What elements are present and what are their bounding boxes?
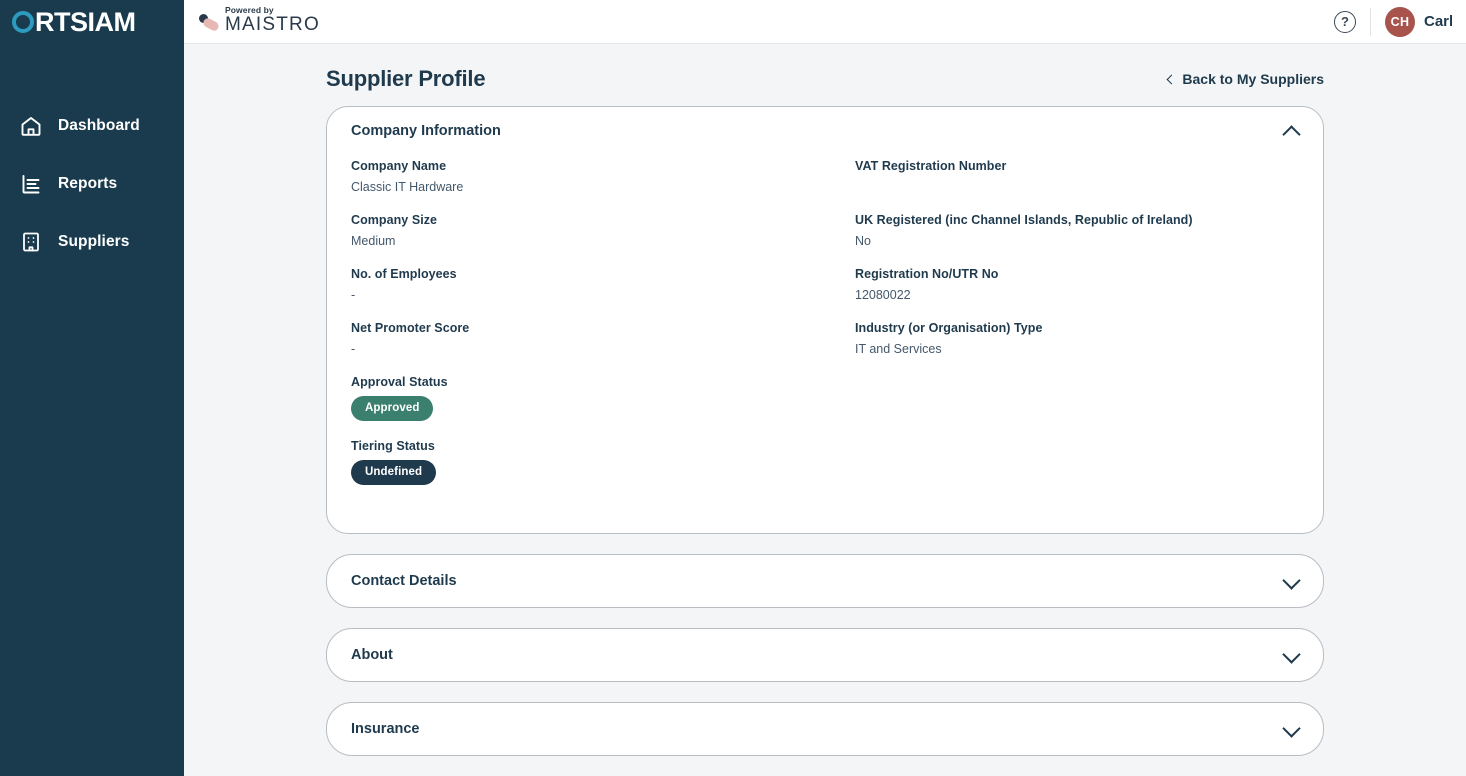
field-value <box>855 180 1279 195</box>
app-root: RTSIAM Dashboard Reports Suppliers Power… <box>0 0 1466 776</box>
back-to-my-suppliers-link[interactable]: Back to My Suppliers <box>1166 71 1324 87</box>
field-value: - <box>351 342 356 356</box>
back-link-label: Back to My Suppliers <box>1182 71 1324 87</box>
field-label: VAT Registration Number <box>855 159 1007 173</box>
powered-by-label: Powered by <box>225 4 274 15</box>
field-value: Medium <box>351 234 396 248</box>
chevron-left-icon <box>1166 74 1177 84</box>
sidebar-item-reports[interactable]: Reports <box>0 164 184 204</box>
field-label: Registration No/UTR No <box>855 267 999 281</box>
logo-text: RTSIAM <box>35 6 136 37</box>
section-title: Insurance <box>351 721 420 737</box>
field-label: Company Name <box>351 159 447 173</box>
section-insurance: Insurance <box>326 702 1324 756</box>
section-list: Company Information Company Name Classic… <box>326 106 1324 776</box>
page-content: Supplier Profile Back to My Suppliers Co… <box>184 44 1466 776</box>
sidebar-item-label: Dashboard <box>58 117 140 134</box>
sidebar-item-label: Suppliers <box>58 233 130 250</box>
report-list-icon <box>18 171 44 197</box>
company-info-left-column: Company Name Classic IT Hardware Company… <box>351 159 825 503</box>
field-net-promoter-score: Net Promoter Score - <box>351 321 805 357</box>
chevron-up-icon[interactable] <box>1284 124 1299 139</box>
maistro-logo-icon <box>198 12 222 38</box>
user-name-label: Carl <box>1424 13 1452 30</box>
section-title: Company Information <box>351 123 501 139</box>
topbar-divider <box>1370 7 1371 36</box>
status-badge-tiering: Undefined <box>351 460 437 485</box>
company-info-right-column: VAT Registration Number UK Registered (i… <box>825 159 1299 503</box>
field-approval-status: Approval Status Approved <box>351 375 805 421</box>
section-header-company-information[interactable]: Company Information <box>327 107 1323 153</box>
section-body-company-information: Company Name Classic IT Hardware Company… <box>327 153 1323 533</box>
sidebar-item-label: Reports <box>58 175 118 192</box>
field-value: - <box>351 288 356 302</box>
help-icon[interactable]: ? <box>1334 10 1356 33</box>
section-header-insurance[interactable]: Insurance <box>327 703 1323 755</box>
section-contact-details: Contact Details <box>326 554 1324 608</box>
home-icon <box>18 113 44 139</box>
section-title: About <box>351 647 393 663</box>
field-company-name: Company Name Classic IT Hardware <box>351 159 805 195</box>
app-logo[interactable]: RTSIAM <box>0 0 184 44</box>
field-label: Tiering Status <box>351 439 435 453</box>
maistro-wordmark: MAISTRO <box>225 14 320 35</box>
field-vat-registration-number: VAT Registration Number <box>855 159 1279 195</box>
sidebar: RTSIAM Dashboard Reports Suppliers <box>0 0 184 776</box>
page-header: Supplier Profile Back to My Suppliers <box>326 44 1324 106</box>
chevron-down-icon[interactable] <box>1284 722 1299 737</box>
field-value: IT and Services <box>855 342 942 356</box>
field-tiering-status: Tiering Status Undefined <box>351 439 805 485</box>
section-title: Contact Details <box>351 573 457 589</box>
field-label: UK Registered (inc Channel Islands, Repu… <box>855 213 1193 227</box>
field-no-of-employees: No. of Employees - <box>351 267 805 303</box>
field-label: Industry (or Organisation) Type <box>855 321 1043 335</box>
section-header-contact-details[interactable]: Contact Details <box>327 555 1323 607</box>
main-area: Powered by MAISTRO ? CH Carl Supplier Pr… <box>184 0 1466 776</box>
sidebar-nav: Dashboard Reports Suppliers <box>0 106 184 280</box>
field-label: Company Size <box>351 213 438 227</box>
field-value: No <box>855 234 871 248</box>
section-company-information: Company Information Company Name Classic… <box>326 106 1324 534</box>
page-title: Supplier Profile <box>326 66 486 91</box>
field-uk-registered: UK Registered (inc Channel Islands, Repu… <box>855 213 1279 249</box>
field-label: Net Promoter Score <box>351 321 470 335</box>
field-registration-no-utr-no: Registration No/UTR No 12080022 <box>855 267 1279 303</box>
field-label: No. of Employees <box>351 267 457 281</box>
field-label: Approval Status <box>351 375 448 389</box>
section-header-about[interactable]: About <box>327 629 1323 681</box>
field-value: 12080022 <box>855 288 911 302</box>
status-badge-approval: Approved <box>351 396 434 421</box>
top-bar: Powered by MAISTRO ? CH Carl <box>184 0 1466 44</box>
sidebar-item-dashboard[interactable]: Dashboard <box>0 106 184 146</box>
sidebar-item-suppliers[interactable]: Suppliers <box>0 222 184 262</box>
section-about: About <box>326 628 1324 682</box>
logo-o-icon <box>12 11 34 33</box>
chevron-down-icon[interactable] <box>1284 648 1299 663</box>
field-industry-type: Industry (or Organisation) Type IT and S… <box>855 321 1279 357</box>
field-company-size: Company Size Medium <box>351 213 805 249</box>
chevron-down-icon[interactable] <box>1284 574 1299 589</box>
field-value: Classic IT Hardware <box>351 180 464 194</box>
building-icon <box>18 229 44 255</box>
avatar: CH <box>1385 6 1415 37</box>
user-menu[interactable]: CH Carl <box>1385 6 1452 37</box>
maistro-brand: Powered by MAISTRO <box>198 4 320 38</box>
